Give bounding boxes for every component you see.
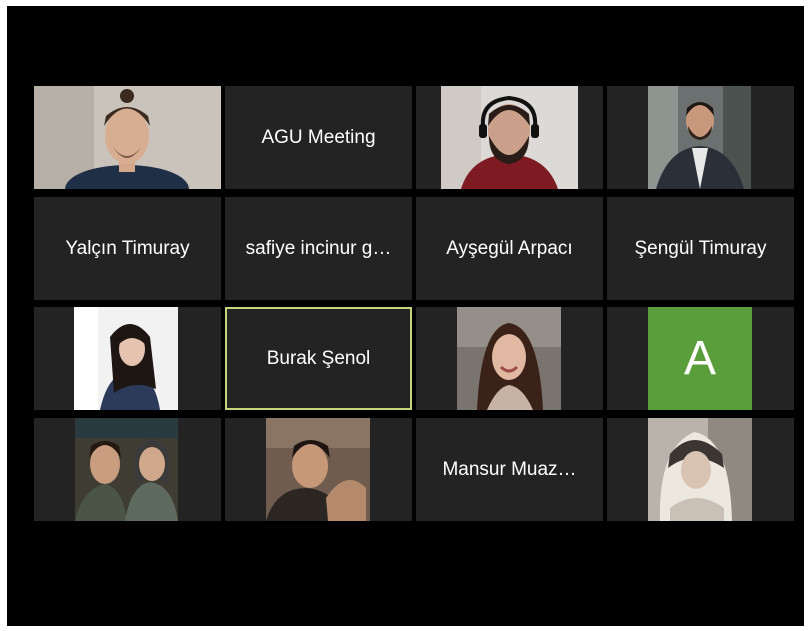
participant-video-icon: [457, 307, 561, 410]
participant-avatar: A: [648, 307, 752, 410]
participant-tile[interactable]: Şengül Timuray: [607, 197, 794, 300]
participant-video-icon: [34, 86, 221, 189]
participant-tile[interactable]: safiye incinur g…: [225, 197, 412, 300]
participant-tile[interactable]: Mansur Muaz…: [416, 418, 603, 521]
participant-tile[interactable]: Ayşegül Arpacı: [416, 197, 603, 300]
participant-name: Mansur Muaz…: [442, 458, 577, 480]
participant-tile[interactable]: [34, 307, 221, 410]
participant-tile[interactable]: Yalçın Timuray: [34, 197, 221, 300]
participant-tile[interactable]: AGU Meeting: [225, 86, 412, 189]
participant-photo-icon: [75, 418, 178, 521]
participant-tile[interactable]: [607, 418, 794, 521]
participant-tile[interactable]: [34, 418, 221, 521]
participant-name: safiye incinur g…: [245, 237, 392, 259]
participant-name: Şengül Timuray: [634, 237, 767, 259]
meeting-window: AGU Meeting Yalçın Timuray safiye incinu…: [7, 6, 804, 626]
participant-video-icon: [648, 86, 751, 189]
participant-name: Burak Şenol: [266, 347, 371, 369]
participant-tile[interactable]: A: [607, 307, 794, 410]
participant-tile[interactable]: [34, 86, 221, 189]
participant-photo-icon: [266, 418, 370, 521]
participant-photo-icon: [648, 418, 752, 521]
participant-name: Ayşegül Arpacı: [446, 237, 573, 259]
participant-name: Yalçın Timuray: [65, 237, 190, 259]
participant-video-icon: [441, 86, 578, 189]
gallery-view: AGU Meeting Yalçın Timuray safiye incinu…: [34, 86, 794, 522]
participant-tile[interactable]: [225, 418, 412, 521]
participant-tile[interactable]: [416, 86, 603, 189]
participant-tile-active-speaker[interactable]: Burak Şenol: [225, 307, 412, 410]
participant-name: AGU Meeting: [261, 126, 376, 148]
participant-tile[interactable]: [416, 307, 603, 410]
participant-tile[interactable]: [607, 86, 794, 189]
participant-photo-icon: [74, 307, 178, 410]
